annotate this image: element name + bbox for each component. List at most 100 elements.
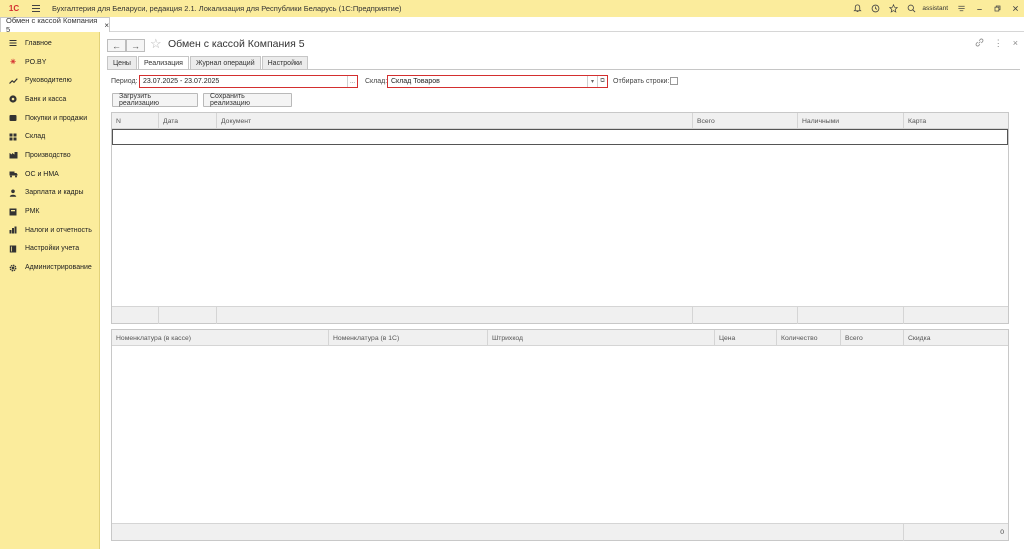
gear-icon [8, 263, 18, 273]
column-header[interactable]: Документ [216, 113, 692, 129]
1c-logo-icon: 1С [8, 4, 20, 13]
table-header: N Дата Документ Всего Наличными Карта [112, 113, 1008, 129]
sidebar-item-label: Склад [25, 133, 46, 141]
restore-icon[interactable] [988, 0, 1006, 17]
column-header[interactable]: Номенклатура (в 1С) [328, 330, 487, 346]
asterisk-icon: ✳ [10, 59, 16, 67]
period-label: Период: [111, 78, 138, 85]
warehouse-icon [8, 132, 18, 142]
sidebar-item-label: Настройки учета [25, 245, 80, 253]
sidebar-item-rmk[interactable]: РМК [0, 202, 99, 221]
sidebar: Главное ✳ PO.BY Руководителю Банк и касс… [0, 32, 100, 549]
truck-icon [8, 169, 18, 179]
sidebar-item-warehouse[interactable]: Склад [0, 127, 99, 146]
warehouse-label: Склад: [365, 78, 388, 85]
favorites-star-icon[interactable] [884, 0, 902, 17]
column-header[interactable]: Штрихкод [487, 330, 714, 346]
sidebar-item-poby[interactable]: ✳ PO.BY [0, 53, 99, 72]
column-header[interactable]: Количество [776, 330, 840, 346]
table-footer: 0 [112, 523, 1008, 541]
sidebar-item-production[interactable]: Производство [0, 146, 99, 165]
period-value[interactable]: 23.07.2025 - 23.07.2025 [140, 78, 347, 85]
history-icon[interactable] [866, 0, 884, 17]
title-bar: 1С Бухгалтерия для Беларуси, редакция 2.… [0, 0, 1024, 17]
coin-icon [8, 94, 18, 104]
user-name[interactable]: assistant [922, 5, 948, 12]
tab-operations-log[interactable]: Журнал операций [189, 56, 261, 69]
tab-settings[interactable]: Настройки [261, 56, 308, 69]
sidebar-item-label: Главное [25, 39, 52, 47]
form-tabs: Цены Реализация Журнал операций Настройк… [107, 56, 309, 69]
warehouse-value[interactable]: Склад Товаров [388, 78, 587, 85]
factory-icon [8, 150, 18, 160]
sidebar-item-label: РМК [25, 208, 40, 216]
sidebar-item-label: Руководителю [25, 77, 72, 85]
close-form-icon[interactable]: × [1013, 38, 1018, 49]
sidebar-item-taxes[interactable]: Налоги и отчетность [0, 221, 99, 240]
bell-icon[interactable] [848, 0, 866, 17]
column-header[interactable]: Номенклатура (в кассе) [112, 330, 328, 346]
column-header[interactable]: N [112, 113, 158, 129]
sidebar-item-manager[interactable]: Руководителю [0, 71, 99, 90]
sidebar-item-label: Налоги и отчетность [25, 226, 92, 234]
tab-prices[interactable]: Цены [107, 56, 137, 69]
sidebar-item-main[interactable]: Главное [0, 34, 99, 53]
person-icon [8, 188, 18, 198]
link-icon[interactable] [975, 38, 984, 49]
load-sales-button[interactable]: Загрузить реализацию [112, 93, 198, 107]
forward-arrow-icon[interactable]: → [126, 39, 145, 52]
more-actions-icon[interactable]: ⋮ [994, 38, 1003, 49]
main-menu-icon[interactable] [28, 3, 44, 15]
register-icon [8, 207, 18, 217]
column-header[interactable]: Наличными [797, 113, 903, 129]
favorite-star-icon[interactable]: ☆ [150, 36, 162, 52]
app-title: Бухгалтерия для Беларуси, редакция 2.1. … [52, 4, 402, 13]
save-sales-button[interactable]: Сохранить реализацию [203, 93, 292, 107]
sidebar-item-label: Производство [25, 151, 71, 159]
column-header[interactable]: Дата [158, 113, 216, 129]
page-title: Обмен с кассой Компания 5 [168, 38, 305, 50]
close-tab-icon[interactable]: × [104, 21, 109, 30]
back-arrow-icon[interactable]: ← [107, 39, 126, 52]
column-header[interactable]: Скидка [903, 330, 1008, 346]
sidebar-item-accounting-settings[interactable]: Настройки учета [0, 240, 99, 259]
trend-icon [8, 76, 18, 86]
report-icon [8, 225, 18, 235]
table-footer [112, 306, 1008, 324]
period-select-button[interactable]: ... [347, 76, 357, 87]
select-rows-label: Отбирать строки: [613, 78, 670, 85]
search-icon[interactable] [902, 0, 920, 17]
period-field[interactable]: 23.07.2025 - 23.07.2025 ... [139, 75, 358, 88]
sidebar-item-label: ОС и НМА [25, 170, 59, 178]
column-header[interactable]: Всего [840, 330, 903, 346]
sidebar-item-sales[interactable]: Покупки и продажи [0, 109, 99, 128]
cart-icon [8, 113, 18, 123]
items-table[interactable]: Номенклатура (в кассе) Номенклатура (в 1… [111, 329, 1009, 541]
column-header[interactable]: Карта [903, 113, 1008, 129]
sidebar-item-bank[interactable]: Банк и касса [0, 90, 99, 109]
documents-table[interactable]: N Дата Документ Всего Наличными Карта [111, 112, 1009, 324]
sidebar-item-assets[interactable]: ОС и НМА [0, 165, 99, 184]
form-content: ← → ☆ Обмен с кассой Компания 5 ⋮ × Цены… [101, 32, 1024, 549]
sidebar-item-admin[interactable]: Администрирование [0, 258, 99, 277]
sidebar-item-label: Банк и касса [25, 95, 67, 103]
tab-sales[interactable]: Реализация [137, 56, 189, 69]
table-header: Номенклатура (в кассе) Номенклатура (в 1… [112, 330, 1008, 346]
close-window-icon[interactable] [1006, 0, 1024, 17]
open-tab-exchange[interactable]: Обмен с кассой Компания 5 × [0, 16, 110, 34]
column-header[interactable]: Всего [692, 113, 797, 129]
column-header[interactable]: Цена [714, 330, 776, 346]
warehouse-field[interactable]: Склад Товаров ▾ ⧉ [387, 75, 608, 88]
table-row[interactable] [112, 129, 1008, 145]
footer-total: 0 [903, 524, 1008, 541]
minimize-icon[interactable] [970, 0, 988, 17]
dropdown-arrow-icon[interactable]: ▾ [587, 76, 597, 87]
select-rows-checkbox[interactable] [670, 77, 678, 85]
sidebar-item-label: Покупки и продажи [25, 114, 88, 122]
settings-menu-icon[interactable] [952, 0, 970, 17]
open-tabs-bar: Обмен с кассой Компания 5 × [0, 16, 1024, 34]
open-item-icon[interactable]: ⧉ [597, 76, 607, 87]
book-icon [8, 244, 18, 254]
sidebar-item-payroll[interactable]: Зарплата и кадры [0, 184, 99, 203]
menu-icon [8, 38, 18, 48]
